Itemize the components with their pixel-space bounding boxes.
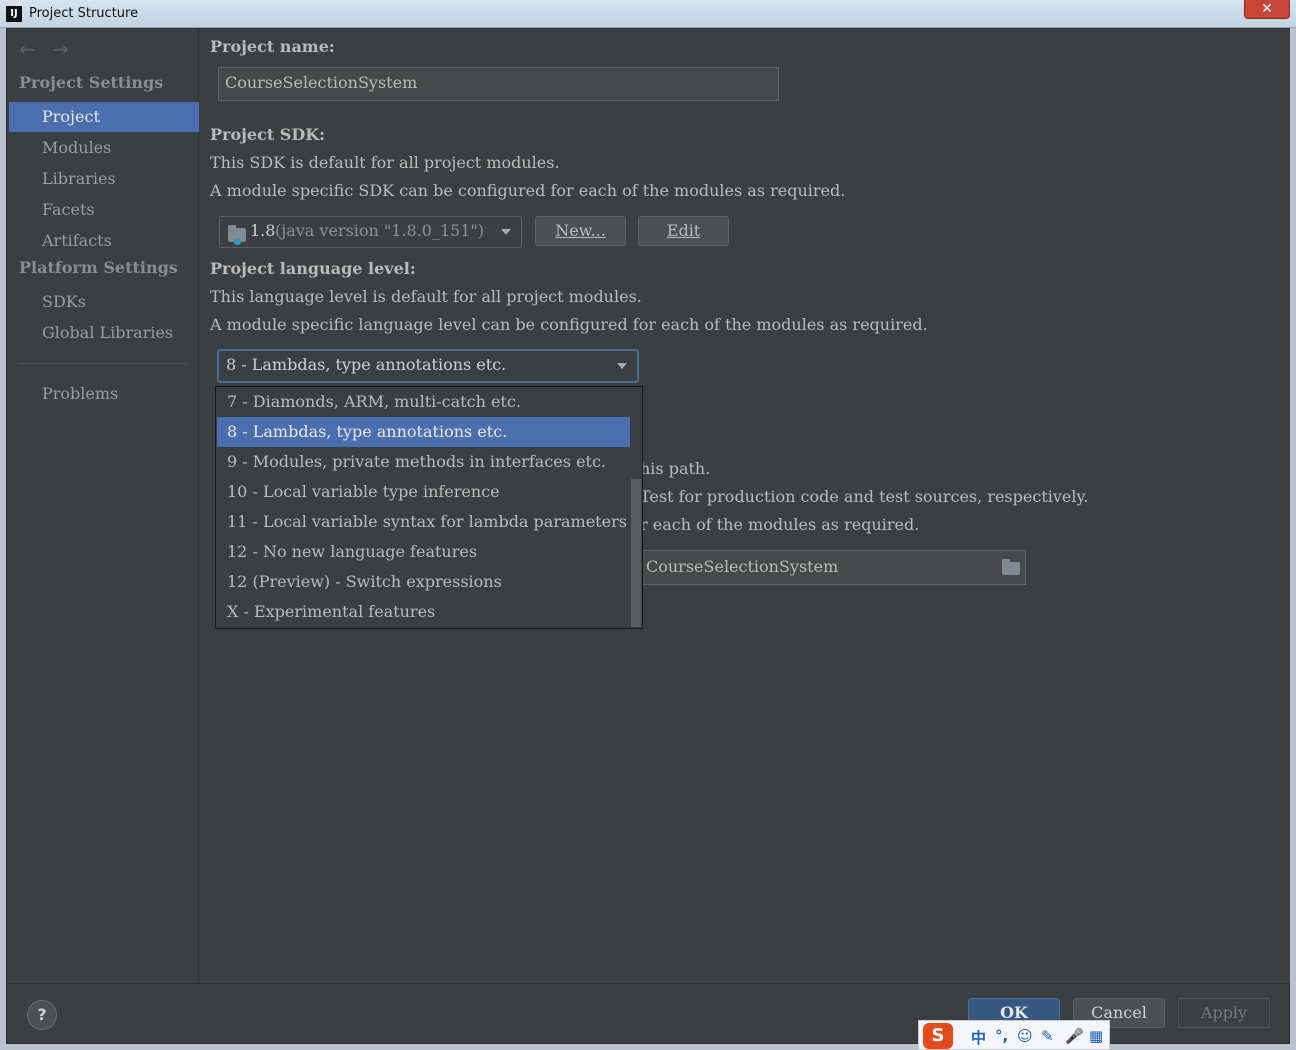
sdk-combobox[interactable]: 1.8 (java version "1.8.0_151") — [219, 216, 522, 248]
language-level-combobox[interactable]: 8 - Lambdas, type annotations etc. — [217, 349, 639, 383]
language-option-8[interactable]: 8 - Lambdas, type annotations etc. — [217, 417, 630, 447]
language-option-x[interactable]: X - Experimental features — [217, 597, 630, 627]
language-level-selected: 8 - Lambdas, type annotations etc. — [226, 355, 507, 374]
ime-toolbar: S 中 °, ☺ ✎ 🎤 ▦ — [918, 1020, 1110, 1050]
ime-chinese-mode-icon[interactable]: 中 — [971, 1027, 986, 1048]
window-title: Project Structure — [29, 6, 139, 21]
sdk-description-2: A module specific SDK can be configured … — [210, 181, 846, 200]
forward-arrow-icon[interactable]: → — [52, 37, 69, 61]
sidebar-item-sdks[interactable]: SDKs — [9, 287, 199, 317]
language-level-dropdown: 7 - Diamonds, ARM, multi-catch etc. 8 - … — [215, 386, 643, 629]
sdk-edit-button[interactable]: Edit — [638, 216, 729, 246]
language-option-12[interactable]: 12 - No new language features — [217, 537, 630, 567]
language-option-11[interactable]: 11 - Local variable syntax for lambda pa… — [217, 507, 630, 537]
sdk-new-button[interactable]: New... — [535, 216, 626, 246]
sdk-description-1: This SDK is default for all project modu… — [210, 153, 560, 172]
window-titlebar: IJ Project Structure ✕ — [0, 0, 1296, 28]
dropdown-scrollbar[interactable] — [630, 387, 642, 628]
ime-toolbox-icon[interactable]: ▦ — [1089, 1027, 1103, 1045]
sidebar-item-libraries[interactable]: Libraries — [9, 164, 199, 194]
ime-handwrite-icon[interactable]: ✎ — [1041, 1027, 1054, 1045]
language-description-1: This language level is default for all p… — [210, 287, 642, 306]
chevron-down-icon — [501, 229, 511, 235]
sidebar-item-global-libraries[interactable]: Global Libraries — [9, 318, 199, 348]
browse-folder-icon[interactable] — [1002, 559, 1020, 575]
help-button[interactable]: ? — [27, 1000, 57, 1030]
project-sdk-label: Project SDK: — [210, 125, 326, 144]
output-desc-3-tail: r each of the modules as required. — [640, 515, 920, 534]
dropdown-scroll-thumb[interactable] — [631, 479, 641, 627]
project-name-input[interactable]: CourseSelectionSystem — [218, 67, 779, 101]
language-option-10[interactable]: 10 - Local variable type inference — [217, 477, 630, 507]
compiler-output-input[interactable]: CourseSelectionSystem — [625, 550, 1026, 585]
language-option-12-preview[interactable]: 12 (Preview) - Switch expressions — [217, 567, 630, 597]
platform-settings-header: Platform Settings — [19, 258, 178, 277]
sidebar: ← → Project Settings Project Modules Lib… — [7, 29, 199, 983]
language-option-9[interactable]: 9 - Modules, private methods in interfac… — [217, 447, 630, 477]
sidebar-item-artifacts[interactable]: Artifacts — [9, 226, 199, 256]
sidebar-item-modules[interactable]: Modules — [9, 133, 199, 163]
output-desc-1-tail: his path. — [640, 459, 711, 478]
sdk-version: 1.8 — [250, 221, 276, 240]
sidebar-item-facets[interactable]: Facets — [9, 195, 199, 225]
language-option-7[interactable]: 7 - Diamonds, ARM, multi-catch etc. — [217, 387, 630, 417]
back-arrow-icon[interactable]: ← — [19, 37, 36, 61]
project-settings-header: Project Settings — [19, 73, 164, 92]
language-description-2: A module specific language level can be … — [210, 315, 928, 334]
ime-punctuation-icon[interactable]: °, — [995, 1027, 1008, 1045]
apply-button[interactable]: Apply — [1178, 998, 1270, 1028]
nav-arrows: ← → — [19, 37, 79, 61]
ime-emoji-icon[interactable]: ☺ — [1017, 1027, 1033, 1045]
sidebar-divider — [19, 363, 187, 364]
ime-voice-icon[interactable]: 🎤 — [1065, 1027, 1084, 1045]
dialog-frame: ← → Project Settings Project Modules Lib… — [6, 28, 1290, 1044]
output-desc-2-tail: Test for production code and test source… — [640, 487, 1089, 506]
sidebar-item-problems[interactable]: Problems — [9, 379, 199, 409]
project-name-label: Project name: — [210, 37, 335, 56]
chevron-down-icon — [617, 363, 627, 369]
sdk-folder-icon — [228, 225, 246, 245]
close-button[interactable]: ✕ — [1244, 0, 1290, 19]
intellij-icon: IJ — [6, 6, 22, 22]
sdk-version-detail: (java version "1.8.0_151") — [275, 221, 485, 240]
language-level-label: Project language level: — [210, 259, 416, 278]
sogou-logo-icon[interactable]: S — [923, 1023, 953, 1049]
sidebar-item-project[interactable]: Project — [9, 102, 199, 132]
